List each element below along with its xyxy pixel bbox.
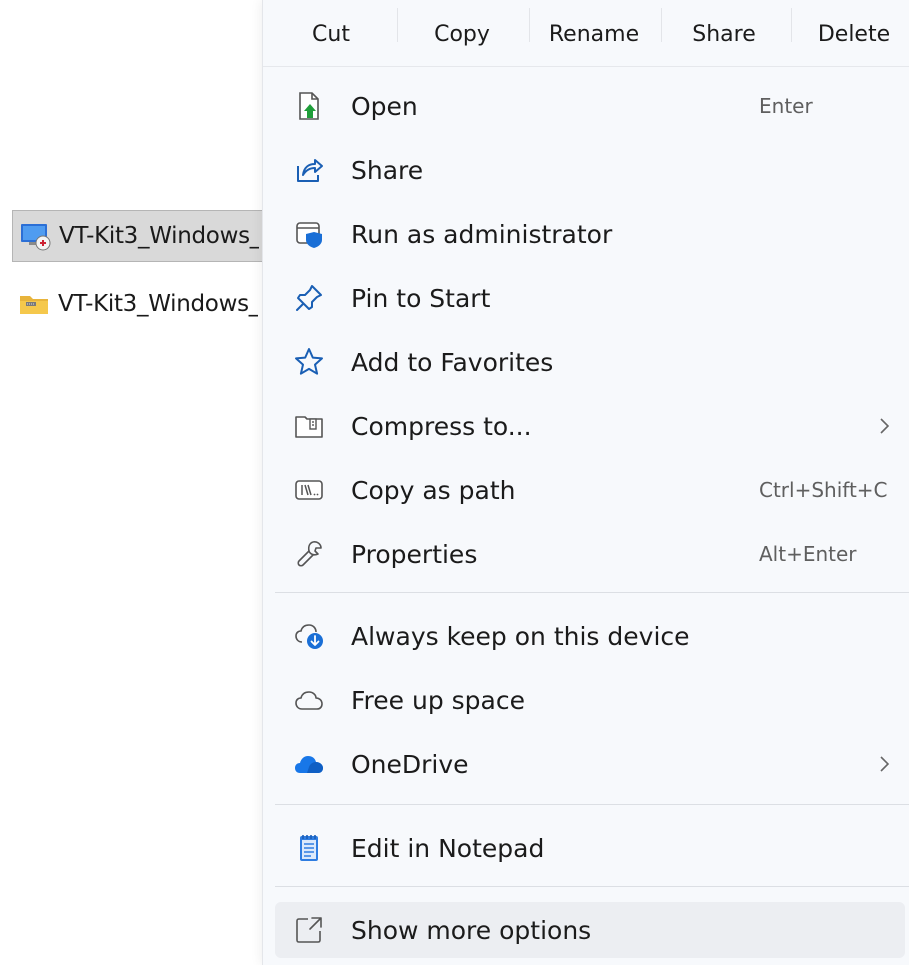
menu-item-label: Edit in Notepad [351,833,545,863]
command-separator [397,8,398,42]
copy-button[interactable]: Copy [427,10,497,58]
menu-item-label: Pin to Start [351,283,491,313]
path-icon [293,474,325,506]
menu-item-label: Properties [351,539,478,569]
cloud-download-icon [293,620,325,652]
file-name: VT-Kit3_Windows_S [59,223,259,249]
menu-divider [275,592,909,593]
menu-item-label: Share [351,155,424,185]
menu-item-label: Run as administrator [351,219,613,249]
command-separator [791,8,792,42]
zip-folder-icon [20,296,48,314]
menu-item-label: Compress to... [351,411,532,441]
zip-icon [293,410,325,442]
menu-item-show-more-options[interactable]: Show more options [275,902,905,958]
menu-item-pin-to-start[interactable]: Pin to Start [275,270,905,326]
shortcut-text: Enter [759,94,813,118]
expand-icon [293,914,325,946]
command-separator [529,8,530,42]
wrench-icon [293,538,325,570]
rename-button[interactable]: Rename [545,10,643,58]
pin-icon [293,282,325,314]
delete-button[interactable]: Delete [811,10,897,58]
share-command-button[interactable]: Share [683,10,765,58]
context-menu: Cut Copy Rename Share Delete Open Enter [262,0,909,965]
desktop-area: VT-Kit3_Windows_S VT-Kit3_Windows_S Cut … [0,0,909,965]
menu-item-label: Open [351,91,418,121]
installer-icon [21,224,51,251]
shortcut-text: Alt+Enter [759,542,857,566]
menu-item-compress-to[interactable]: Compress to... [275,398,905,454]
file-item-zip[interactable]: VT-Kit3_Windows_S [12,278,272,330]
menu-item-label: Show more options [351,915,592,945]
menu-item-properties[interactable]: Properties Alt+Enter [275,526,905,582]
cut-button[interactable]: Cut [301,10,361,58]
menu-item-edit-in-notepad[interactable]: Edit in Notepad [275,820,905,876]
command-separator [661,8,662,42]
chevron-right-icon [880,756,890,772]
shield-icon [293,218,325,250]
menu-item-always-keep-on-device[interactable]: Always keep on this device [275,608,905,664]
command-bar: Cut Copy Rename Share Delete [263,0,909,67]
share-icon [293,154,325,186]
notepad-icon [293,832,325,864]
star-icon [293,346,325,378]
menu-item-label: Free up space [351,685,525,715]
menu-item-copy-as-path[interactable]: Copy as path Ctrl+Shift+C [275,462,905,518]
menu-item-add-to-favorites[interactable]: Add to Favorites [275,334,905,390]
menu-item-run-as-admin[interactable]: Run as administrator [275,206,905,262]
menu-item-label: Add to Favorites [351,347,554,377]
cloud-icon [293,684,325,716]
menu-item-label: Copy as path [351,475,516,505]
menu-divider [275,804,909,805]
chevron-right-icon [880,418,890,434]
menu-item-share[interactable]: Share [275,142,905,198]
open-file-icon [293,90,325,122]
menu-item-open[interactable]: Open Enter [275,78,905,134]
shortcut-text: Ctrl+Shift+C [759,478,888,502]
file-item-installer[interactable]: VT-Kit3_Windows_S [12,210,272,262]
menu-divider [275,886,909,887]
file-name: VT-Kit3_Windows_S [58,291,258,317]
menu-item-label: OneDrive [351,749,469,779]
menu-item-free-up-space[interactable]: Free up space [275,672,905,728]
onedrive-icon [293,748,325,780]
menu-item-onedrive[interactable]: OneDrive [275,736,905,792]
menu-item-label: Always keep on this device [351,621,690,651]
